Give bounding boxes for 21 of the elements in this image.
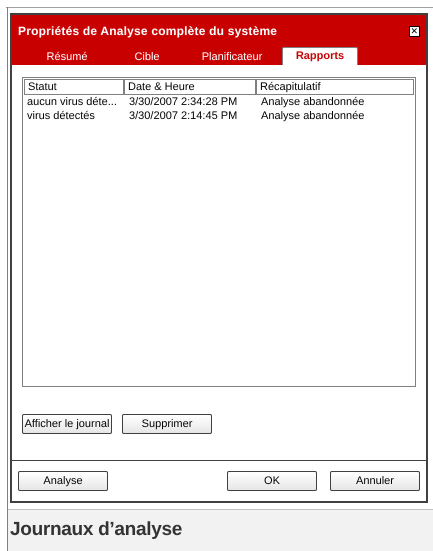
- tab[interactable]: Cible: [112, 49, 182, 65]
- table-cell-text: Analyse abandonnée: [260, 96, 366, 109]
- column-header[interactable]: Date & Heure: [124, 79, 256, 95]
- table-cell-text: 3/30/2007 2:14:45 PM: [128, 110, 238, 123]
- button[interactable]: OK: [227, 471, 317, 491]
- window-title: Propriétés de Analyse complète du système: [18, 23, 278, 40]
- table-cell-text: Analyse abandonnée: [260, 110, 366, 123]
- tab[interactable]: Planificateur: [182, 49, 282, 65]
- caption: Journaux d’analyse: [10, 518, 182, 542]
- column-header[interactable]: Statut: [24, 79, 124, 95]
- button[interactable]: Afficher le journal: [22, 414, 112, 434]
- tab[interactable]: Rapports: [282, 47, 358, 65]
- column-header[interactable]: Récapitulatif: [256, 79, 414, 95]
- table-cell-text: 3/30/2007 2:34:28 PM: [128, 96, 238, 109]
- tab[interactable]: Résumé: [22, 49, 112, 65]
- table-cell-text: aucun virus déte...: [26, 96, 118, 109]
- button[interactable]: Supprimer: [122, 414, 212, 434]
- close-button[interactable]: ✕: [409, 26, 420, 36]
- button[interactable]: Analyse: [18, 471, 108, 491]
- table-cell-text: virus détectés: [26, 110, 96, 123]
- button[interactable]: Annuler: [330, 471, 420, 491]
